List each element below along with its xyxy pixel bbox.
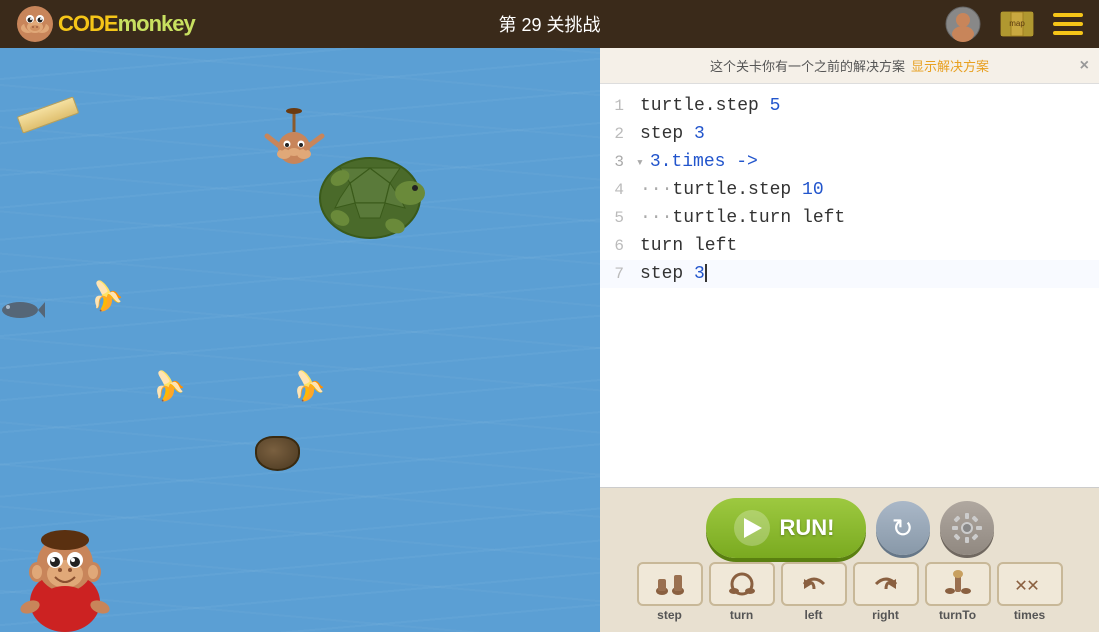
cmd-label-times: times xyxy=(1014,608,1045,622)
menu-icon[interactable] xyxy=(1053,13,1083,35)
cmd-icon-left xyxy=(781,562,847,606)
main-content: 🍌 🍌 🍌 xyxy=(0,48,1099,632)
line-content-5: ···turtle.turn left xyxy=(636,208,1099,228)
line-content-3: 3.times -> xyxy=(646,152,1099,172)
settings-button[interactable] xyxy=(940,501,994,555)
code-line-4: 4 ···turtle.step 10 xyxy=(600,176,1099,204)
line-num-4: 4 xyxy=(600,181,636,199)
code-line-7[interactable]: 7 step 3 xyxy=(600,260,1099,288)
notification-close-button[interactable]: × xyxy=(1080,57,1089,75)
code-line-3: 3 ▾ 3.times -> xyxy=(600,148,1099,176)
play-triangle xyxy=(744,518,762,538)
line-content-1: turtle.step 5 xyxy=(636,96,1099,116)
cmd-block-left[interactable]: left xyxy=(781,562,847,622)
app-header: CODE monkey 第 29 关挑战 map xyxy=(0,0,1099,48)
cmd-block-right[interactable]: right xyxy=(853,562,919,622)
cmd-icon-step xyxy=(637,562,703,606)
logo-monkey-icon xyxy=(16,5,54,43)
code-editor[interactable]: 1 turtle.step 5 2 step 3 3 ▾ 3.times -> … xyxy=(600,84,1099,487)
line-num-6: 6 xyxy=(600,237,636,255)
run-button[interactable]: RUN! xyxy=(706,498,866,558)
show-solution-link[interactable]: 显示解决方案 xyxy=(911,56,989,75)
cmd-label-left: left xyxy=(805,608,823,622)
reset-icon: ↻ xyxy=(892,513,914,544)
cmd-label-turn: turn xyxy=(730,608,753,622)
line-content-7: step 3 xyxy=(636,264,1099,284)
fish-decoration xyxy=(0,300,45,325)
line-num-7: 7 xyxy=(600,265,636,283)
code-line-1: 1 turtle.step 5 xyxy=(600,92,1099,120)
ruler-decoration xyxy=(17,96,80,133)
line-num-1: 1 xyxy=(600,97,636,115)
cmd-block-turnTo[interactable]: turnTo xyxy=(925,562,991,622)
line-num-3: 3 xyxy=(600,153,636,171)
line-content-6: turn left xyxy=(636,236,1099,256)
avatar-icon[interactable] xyxy=(945,6,981,42)
map-icon[interactable]: map xyxy=(999,6,1035,42)
level-title: 第 29 关挑战 xyxy=(498,11,600,37)
cmd-label-right: right xyxy=(872,608,899,622)
code-line-5: 5 ···turtle.turn left xyxy=(600,204,1099,232)
banana-decoration-3: 🍌 xyxy=(285,363,330,408)
coconut-decoration xyxy=(255,436,300,471)
logo: CODE monkey xyxy=(16,5,195,43)
run-label: RUN! xyxy=(780,515,835,541)
cmd-label-step: step xyxy=(657,608,682,622)
cmd-icon-turnTo xyxy=(925,562,991,606)
line-content-2: step 3 xyxy=(636,124,1099,144)
cmd-block-times[interactable]: ✕✕ times xyxy=(997,562,1063,622)
banana-decoration-1: 🍌 xyxy=(83,273,128,318)
monkey-character xyxy=(0,492,130,632)
cmd-icon-right xyxy=(853,562,919,606)
cmd-block-step[interactable]: step xyxy=(637,562,703,622)
banana-decoration-2: 🍌 xyxy=(145,363,190,408)
svg-text:map: map xyxy=(1009,19,1025,28)
command-blocks: step turn xyxy=(631,562,1069,622)
code-panel: 这个关卡你有一个之前的解决方案 显示解决方案 × 1 turtle.step 5… xyxy=(600,48,1099,632)
line-content-4: ···turtle.step 10 xyxy=(636,180,1099,200)
code-line-2: 2 step 3 xyxy=(600,120,1099,148)
svg-text:✕✕: ✕✕ xyxy=(1015,572,1039,596)
line-num-2: 2 xyxy=(600,125,636,143)
cmd-icon-times: ✕✕ xyxy=(997,562,1063,606)
cmd-block-turn[interactable]: turn xyxy=(709,562,775,622)
line-num-5: 5 xyxy=(600,209,636,227)
reset-button[interactable]: ↻ xyxy=(876,501,930,555)
turtle-decoration xyxy=(310,148,430,253)
play-icon xyxy=(734,510,770,546)
notification-bar: 这个关卡你有一个之前的解决方案 显示解决方案 × xyxy=(600,48,1099,84)
header-icons: map xyxy=(945,6,1083,42)
cmd-label-turnTo: turnTo xyxy=(939,608,976,622)
logo-text: CODE monkey xyxy=(58,11,195,37)
fold-indicator: ▾ xyxy=(636,155,644,170)
run-row: RUN! ↻ xyxy=(696,498,1004,558)
cmd-icon-turn xyxy=(709,562,775,606)
game-area: 🍌 🍌 🍌 xyxy=(0,48,600,632)
code-line-6: 6 turn left xyxy=(600,232,1099,260)
bottom-panel: RUN! ↻ xyxy=(600,487,1099,632)
notification-text: 这个关卡你有一个之前的解决方案 xyxy=(710,56,905,75)
gear-icon xyxy=(950,511,984,545)
